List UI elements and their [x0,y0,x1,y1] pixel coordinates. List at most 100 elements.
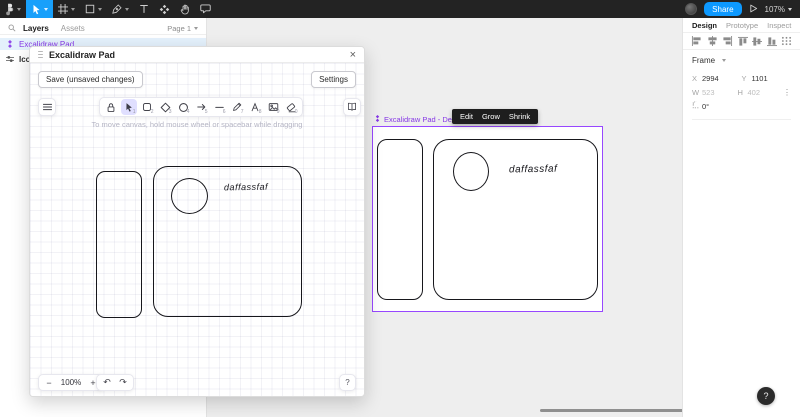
zoom-menu[interactable]: 107% [765,5,792,14]
avatar[interactable] [685,3,698,15]
redo-button[interactable]: ↷ [115,377,131,388]
zoom-level: 107% [764,4,785,14]
frame-section-header[interactable]: Frame [692,56,791,65]
drag-handle-icon[interactable] [38,50,43,59]
search-icon[interactable] [8,19,16,37]
zoom-out-button[interactable]: − [41,378,57,388]
right-panel-tabs: Design Prototype Inspect [683,18,800,33]
top-toolbar: Share 107% [0,0,800,18]
horizontal-scrollbar[interactable] [540,409,690,412]
width-field[interactable]: W 523 [692,88,738,97]
modal-header[interactable]: Excalidraw Pad × [30,47,364,63]
undo-redo-controls: ↶ ↷ [96,374,134,391]
rectangle-tool[interactable]: 2 [139,99,155,115]
hamburger-icon [42,98,52,116]
pen-tool-button[interactable] [107,0,134,18]
menu-button[interactable] [38,98,56,116]
frame-properties: X 2994 Y 1101 W 523 H 402 ⋮ 0° [692,71,791,113]
align-top-icon[interactable] [737,36,748,47]
selection-tool[interactable]: 1 [121,99,137,115]
comment-tool-button[interactable] [195,0,216,18]
hand-tool-button[interactable] [175,0,195,18]
y-label: Y [741,73,747,83]
diamond-tool[interactable]: 3 [157,99,173,115]
tab-inspect[interactable]: Inspect [767,21,791,30]
figma-help-button[interactable]: ? [757,387,775,405]
widget-context-toolbar: Edit Grow Shrink [452,109,539,124]
text-tool-button[interactable] [134,0,154,18]
tab-assets[interactable]: Assets [61,24,85,33]
chevron-down-icon [44,7,48,11]
x-label: X [692,73,698,83]
h-label: H [737,87,743,97]
ellipse-tool[interactable]: 4 [175,99,191,115]
library-button[interactable] [343,98,361,116]
x-field[interactable]: X 2994 [692,74,742,83]
zoom-reset-button[interactable]: 100% [57,378,85,387]
y-value: 1101 [751,73,768,83]
tidy-up-icon[interactable] [781,36,792,46]
drawing-text: daffassfaf [223,181,269,193]
line-tool[interactable]: 6 [211,99,227,115]
undo-button[interactable]: ↶ [99,377,115,388]
align-bottom-icon[interactable] [766,36,777,47]
align-h-center-icon[interactable] [707,36,718,46]
present-icon[interactable] [749,0,758,18]
widget-icon [374,115,381,124]
arrow-tool[interactable]: 5 [193,99,209,115]
hand-icon [180,4,190,15]
chevron-down-icon [788,7,792,11]
widget-icon [6,40,14,48]
x-value: 2994 [702,73,719,83]
save-button[interactable]: Save (unsaved changes) [38,71,143,88]
rotation-field[interactable]: 0° [692,101,742,111]
grow-button[interactable]: Grow [482,112,500,121]
draw-tool[interactable]: 7 [229,99,245,115]
rotation-icon [692,101,702,111]
sidebar-tabs: Layers Assets Page 1 [0,22,206,35]
lock-tool[interactable] [103,99,119,115]
tab-layers[interactable]: Layers [23,24,49,33]
align-right-icon[interactable] [722,36,733,46]
drawing-tall-rectangle [96,171,142,318]
frame-tool-button[interactable] [53,0,80,18]
shape-tool-button[interactable] [80,0,107,18]
chevron-down-icon [17,7,21,11]
drawing-circle [171,178,208,214]
excalidraw-toolbar: 1 2 3 4 5 6 7 8 9 0 [99,97,303,117]
h-value: 402 [747,87,761,97]
text-tool[interactable]: 8 [247,99,263,115]
sliders-icon [6,55,14,63]
frame-section: Frame X 2994 Y 1101 W 523 H 402 ⋮ 0° [683,50,800,120]
y-field[interactable]: Y 1101 [742,74,792,83]
canvas-hint-text: To move canvas, hold mouse wheel or spac… [91,120,303,129]
align-v-center-icon[interactable] [752,36,762,47]
right-panel: Design Prototype Inspect Frame X 2994 Y 11… [682,18,800,417]
chevron-down-icon [194,26,198,30]
component-tool-button[interactable] [154,0,175,18]
height-field[interactable]: H 402 [738,88,784,97]
image-tool[interactable]: 9 [265,99,281,115]
excalidraw-widget[interactable]: daffassfaf [372,126,603,312]
excalidraw-canvas[interactable]: Save (unsaved changes) Settings 1 2 3 4 … [30,63,364,396]
figma-menu-button[interactable] [0,0,26,18]
tab-prototype[interactable]: Prototype [726,21,758,30]
edit-button[interactable]: Edit [460,112,473,121]
settings-button[interactable]: Settings [311,71,356,88]
move-tool-button[interactable] [26,0,53,18]
shrink-button[interactable]: Shrink [509,112,530,121]
align-left-icon[interactable] [691,36,702,46]
more-options-icon[interactable]: ⋮ [783,88,791,96]
eraser-tool[interactable]: 0 [283,99,299,115]
figma-app: Share 107% Layers Assets Page 1 Excalidr… [0,0,800,417]
rotation-value: 0° [702,101,710,111]
excalidraw-help-button[interactable]: ? [339,374,356,391]
chevron-down-icon [722,59,727,62]
share-button[interactable]: Share [704,2,742,16]
drawing-text: daffassfaf [508,163,558,176]
text-icon [139,4,149,14]
tab-design[interactable]: Design [692,21,717,30]
figma-logo-icon [5,3,14,16]
close-icon[interactable]: × [350,49,356,60]
page-selector[interactable]: Page 1 [167,24,198,33]
